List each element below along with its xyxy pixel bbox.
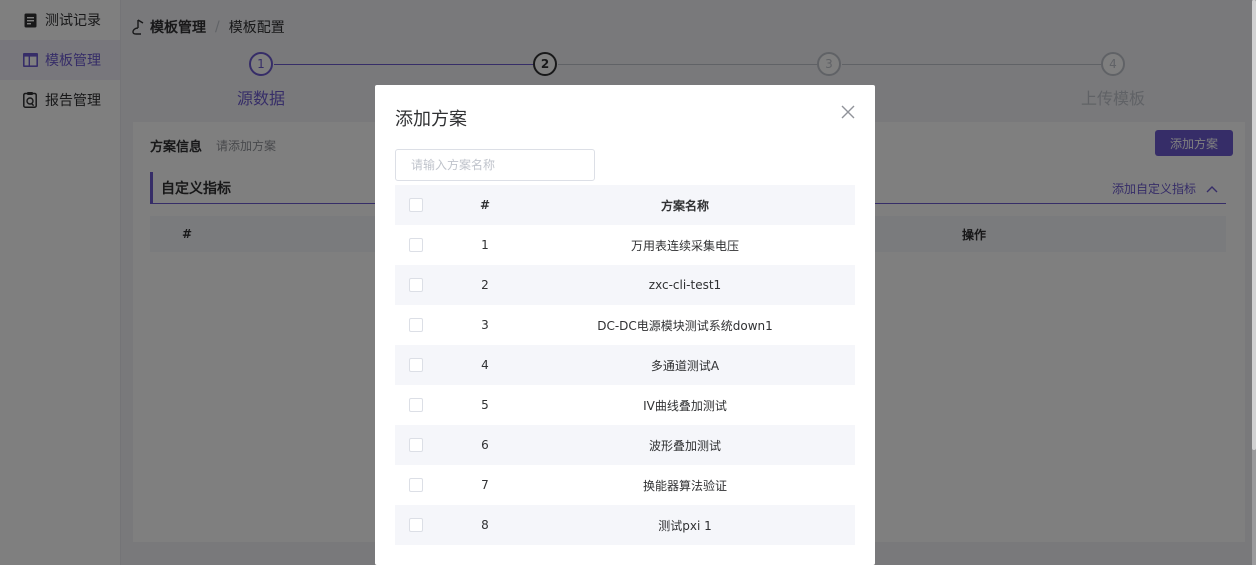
row-index: 2 [481,278,489,292]
row-checkbox[interactable] [409,358,423,372]
table-row[interactable]: 4 多通道测试A [395,345,855,385]
row-checkbox[interactable] [409,518,423,532]
row-checkbox[interactable] [409,478,423,492]
plan-search-input[interactable] [395,149,595,181]
row-plan-name: zxc-cli-test1 [648,278,722,292]
row-plan-name: 多通道测试A [650,358,720,373]
table-row[interactable]: 6 波形叠加测试 [395,425,855,465]
row-index: 7 [481,478,489,492]
row-checkbox[interactable] [409,318,423,332]
row-plan-name: DC-DC电源模块测试系统down1 [597,318,773,333]
row-checkbox[interactable] [409,238,423,252]
row-index: 4 [481,358,489,372]
table-row[interactable]: 3 DC-DC电源模块测试系统down1 [395,305,855,345]
row-plan-name: IV曲线叠加测试 [643,398,727,413]
table-row[interactable]: 1 万用表连续采集电压 [395,225,855,265]
table-row[interactable]: 5 IV曲线叠加测试 [395,385,855,425]
row-plan-name: 换能器算法验证 [642,478,727,493]
table-row[interactable]: 2 zxc-cli-test1 [395,265,855,305]
row-index: 5 [481,398,489,412]
row-plan-name: 测试pxi 1 [658,518,712,533]
row-index: 1 [481,238,489,252]
close-icon[interactable] [841,105,855,119]
col-name-header: 方案名称 [660,198,709,213]
row-index: 6 [481,438,489,452]
col-index-header: # [479,198,491,212]
add-plan-dialog: 添加方案 # 方案名称 1 万用表连续采集电压 2 zxc-cli-test1 … [375,85,875,565]
dialog-title: 添加方案 [395,109,467,130]
table-row[interactable]: 7 换能器算法验证 [395,465,855,505]
table-row[interactable]: 8 测试pxi 1 [395,505,855,545]
page-scrollbar-thumb[interactable] [1252,0,1256,450]
plan-table: # 方案名称 1 万用表连续采集电压 2 zxc-cli-test1 3 DC-… [395,185,855,545]
row-index: 8 [481,518,489,532]
row-plan-name: 万用表连续采集电压 [630,238,739,253]
table-header-row: # 方案名称 [395,185,855,225]
select-all-checkbox[interactable] [409,198,423,212]
row-checkbox[interactable] [409,278,423,292]
row-index: 3 [481,318,489,332]
row-checkbox[interactable] [409,438,423,452]
row-plan-name: 波形叠加测试 [648,438,721,453]
row-checkbox[interactable] [409,398,423,412]
